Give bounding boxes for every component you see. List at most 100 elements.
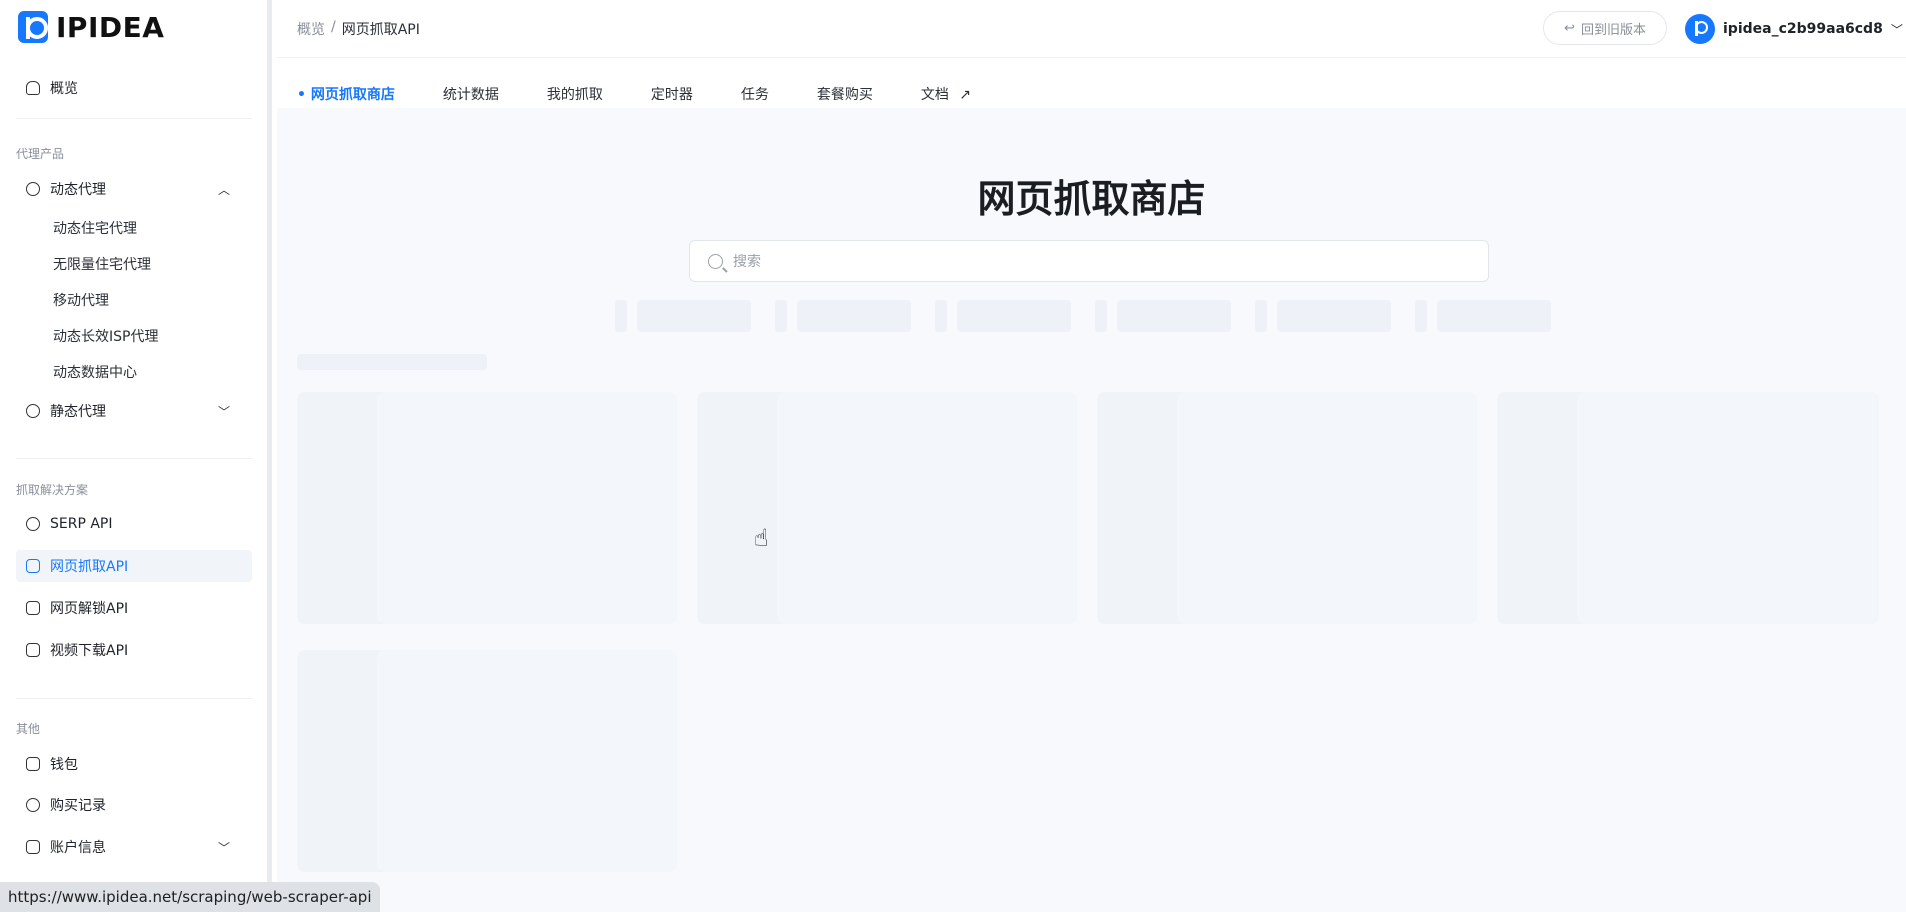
search-icon — [708, 253, 723, 269]
category-skeleton — [637, 300, 751, 332]
logo-icon — [18, 11, 48, 43]
section-label-other: 其他 — [16, 722, 41, 736]
home-icon — [26, 81, 40, 95]
avatar — [1685, 14, 1715, 44]
sidebar-item-dynamic-proxy[interactable]: 动态代理 — [26, 174, 106, 204]
sidebar-item-label: 网页抓取API — [50, 559, 129, 575]
search-input[interactable]: 搜索 — [689, 240, 1489, 282]
category-skeleton — [1095, 300, 1107, 332]
category-skeleton — [1277, 300, 1391, 332]
scraper-card-skeleton[interactable] — [1097, 392, 1477, 624]
breadcrumb-root[interactable]: 概览 — [297, 19, 325, 39]
tab-docs[interactable]: 文档 ↗ — [921, 84, 971, 108]
account-icon — [26, 840, 40, 854]
back-to-old-version-label: 回到旧版本 — [1580, 22, 1646, 38]
tab-scraper-store[interactable]: • 网页抓取商店 — [297, 84, 395, 111]
sidebar-item-serp-api[interactable]: SERP API — [26, 509, 113, 539]
sidebar-subitem-isp[interactable]: 动态长效ISP代理 — [53, 323, 158, 349]
user-menu[interactable]: ipidea_c2b99aa6cd8 ﹀ — [1685, 14, 1903, 44]
sidebar-item-purchase-history[interactable]: 购买记录 — [26, 790, 106, 820]
sidebar-item-overview[interactable]: 概览 — [26, 73, 78, 103]
sidebar-item-web-unlocker-api[interactable]: 网页解锁API — [26, 593, 128, 623]
sidebar-item-label: 购买记录 — [50, 798, 106, 814]
topbar: 概览 / 网页抓取API ↩ 回到旧版本 ipidea_c2b99aa6cd8 … — [277, 0, 1906, 58]
scraper-card-skeleton[interactable] — [697, 392, 1077, 624]
card-body-skeleton — [1177, 392, 1477, 624]
category-skeleton — [1117, 300, 1231, 332]
sidebar-item-label: 静态代理 — [50, 404, 106, 420]
category-skeleton — [1255, 300, 1267, 332]
sidebar-item-wallet[interactable]: 钱包 — [26, 749, 78, 779]
tab-statistics[interactable]: 统计数据 — [443, 84, 499, 108]
sidebar-subitem-datacenter[interactable]: 动态数据中心 — [53, 359, 137, 385]
scraper-card-skeleton[interactable] — [1497, 392, 1879, 624]
sidebar-item-label: 账户信息 — [50, 840, 106, 856]
card-body-skeleton — [377, 392, 677, 624]
chevron-up-icon[interactable]: ︿ — [218, 181, 230, 198]
search-placeholder: 搜索 — [733, 254, 761, 270]
card-body-skeleton — [777, 392, 1077, 624]
logo[interactable]: IPIDEA — [18, 10, 164, 44]
reply-arrow-icon: ↩ — [1564, 20, 1575, 36]
sidebar-item-video-download-api[interactable]: 视频下载API — [26, 635, 128, 665]
sidebar-subitem-unlimited[interactable]: 无限量住宅代理 — [53, 251, 151, 277]
unlock-window-icon — [26, 601, 40, 615]
chevron-down-icon[interactable]: ﹀ — [218, 839, 230, 856]
tab-label: 网页抓取商店 — [310, 87, 395, 103]
section-label-proxy: 代理产品 — [16, 147, 65, 161]
scraper-card-skeleton[interactable] — [297, 650, 677, 872]
video-icon — [26, 643, 40, 657]
breadcrumb: 概览 / 网页抓取API — [297, 19, 420, 39]
chevron-down-icon[interactable]: ﹀ — [218, 403, 230, 420]
back-to-old-version-button[interactable]: ↩ 回到旧版本 — [1543, 11, 1667, 45]
sidebar-item-web-scraper-api[interactable]: 网页抓取API — [26, 551, 128, 581]
scraper-card-skeleton[interactable] — [297, 392, 677, 624]
category-skeleton — [797, 300, 911, 332]
main-content: 网页抓取商店 搜索 — [277, 108, 1906, 912]
sidebar-subitem-residential[interactable]: 动态住宅代理 — [53, 215, 137, 241]
category-skeleton — [957, 300, 1071, 332]
app: IPIDEA 概览 代理产品 动态代理 ︿ 动态住宅代理 无限量住宅代理 移动代… — [0, 0, 1906, 912]
chevron-down-icon: ﹀ — [1890, 22, 1903, 37]
dynamic-proxy-icon — [26, 182, 40, 196]
tab-my-scraping[interactable]: 我的抓取 — [547, 84, 603, 108]
sidebar-item-label: 钱包 — [50, 757, 78, 773]
tab-label: 文档 — [920, 87, 949, 103]
tab-plans[interactable]: 套餐购买 — [817, 84, 873, 108]
sidebar-subitem-mobile[interactable]: 移动代理 — [53, 287, 109, 313]
sidebar-item-label: 视频下载API — [50, 643, 129, 659]
static-proxy-icon — [26, 404, 40, 418]
category-skeleton — [615, 300, 627, 332]
divider — [16, 118, 252, 119]
sidebar-item-label: 概览 — [50, 81, 78, 97]
username: ipidea_c2b99aa6cd8 — [1723, 21, 1883, 37]
breadcrumb-current: 网页抓取API — [341, 22, 420, 38]
sidebar-item-account[interactable]: 账户信息 — [26, 832, 106, 862]
card-body-skeleton — [1577, 392, 1879, 624]
sidebar-item-label: SERP API — [50, 516, 113, 532]
section-label-scraping: 抓取解决方案 — [16, 483, 89, 497]
section-heading-skeleton — [297, 354, 487, 370]
category-skeleton — [775, 300, 787, 332]
tab-timer[interactable]: 定时器 — [651, 84, 693, 108]
receipt-icon — [26, 798, 40, 812]
category-skeleton — [935, 300, 947, 332]
browser-icon — [26, 559, 40, 573]
sidebar-item-label: 动态代理 — [50, 182, 106, 198]
logo-text: IPIDEA — [56, 10, 165, 44]
page-title: 网页抓取商店 — [977, 177, 1206, 221]
sidebar: IPIDEA 概览 代理产品 动态代理 ︿ 动态住宅代理 无限量住宅代理 移动代… — [0, 0, 272, 912]
category-skeleton — [1415, 300, 1427, 332]
card-body-skeleton — [377, 650, 677, 872]
wallet-icon — [26, 757, 40, 771]
category-skeleton — [1437, 300, 1551, 332]
status-bar-url: https://www.ipidea.net/scraping/web-scra… — [0, 882, 380, 912]
tab-tasks[interactable]: 任务 — [741, 84, 769, 108]
divider — [16, 458, 252, 459]
sidebar-item-static-proxy[interactable]: 静态代理 — [26, 396, 106, 426]
search-icon — [26, 517, 40, 531]
sidebar-item-label: 网页解锁API — [50, 601, 129, 617]
hand-cursor-icon: ☝ — [754, 524, 769, 552]
tabs: • 网页抓取商店 统计数据 我的抓取 定时器 任务 套餐购买 文档 ↗ — [297, 84, 971, 111]
external-link-icon: ↗ — [959, 87, 972, 103]
